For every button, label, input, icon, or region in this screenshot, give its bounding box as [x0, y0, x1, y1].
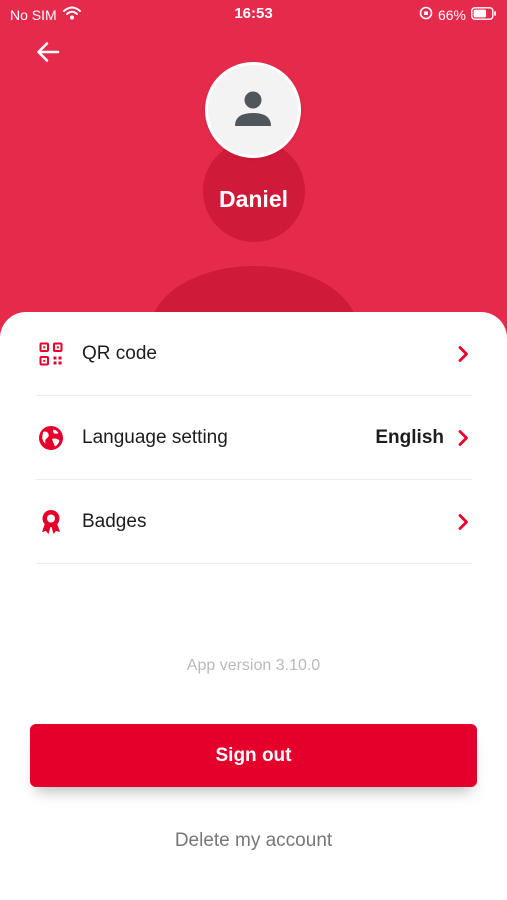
chevron-right-icon	[456, 512, 470, 532]
username: Daniel	[218, 186, 289, 212]
app-version: App version 3.10.0	[186, 657, 321, 674]
status-right: 66%	[419, 6, 497, 23]
profile-header: No SIM 16:53 66% Daniel	[0, 0, 507, 340]
menu-item-badges[interactable]: Badges	[36, 480, 472, 564]
orientation-lock-icon	[419, 6, 433, 23]
menu-item-label: QR code	[82, 342, 157, 364]
status-bar: No SIM 16:53 66%	[0, 0, 507, 28]
person-icon	[232, 87, 274, 134]
language-value: English	[375, 426, 444, 448]
settings-card: QR code Language setting English Badges …	[0, 312, 507, 900]
menu-item-qr-code[interactable]: QR code	[36, 312, 472, 396]
qr-code-icon	[37, 340, 65, 368]
badge-icon	[37, 508, 65, 536]
sign-out-button[interactable]: Sign out	[30, 724, 477, 787]
globe-icon	[37, 424, 65, 452]
chevron-right-icon	[456, 344, 470, 364]
battery-percent: 66%	[437, 6, 466, 23]
settings-menu: QR code Language setting English Badges	[36, 312, 472, 564]
menu-item-label: Badges	[82, 510, 147, 532]
menu-item-language-setting[interactable]: Language setting English	[36, 396, 472, 480]
avatar[interactable]	[205, 62, 301, 158]
profile-screen: No SIM 16:53 66% Daniel QR code Language…	[0, 0, 507, 900]
menu-item-label: Language setting	[82, 426, 228, 448]
battery-icon	[471, 6, 497, 23]
delete-account-link[interactable]: Delete my account	[0, 830, 507, 852]
back-button[interactable]	[30, 36, 66, 72]
chevron-right-icon	[456, 428, 470, 448]
arrow-left-icon	[36, 41, 60, 68]
